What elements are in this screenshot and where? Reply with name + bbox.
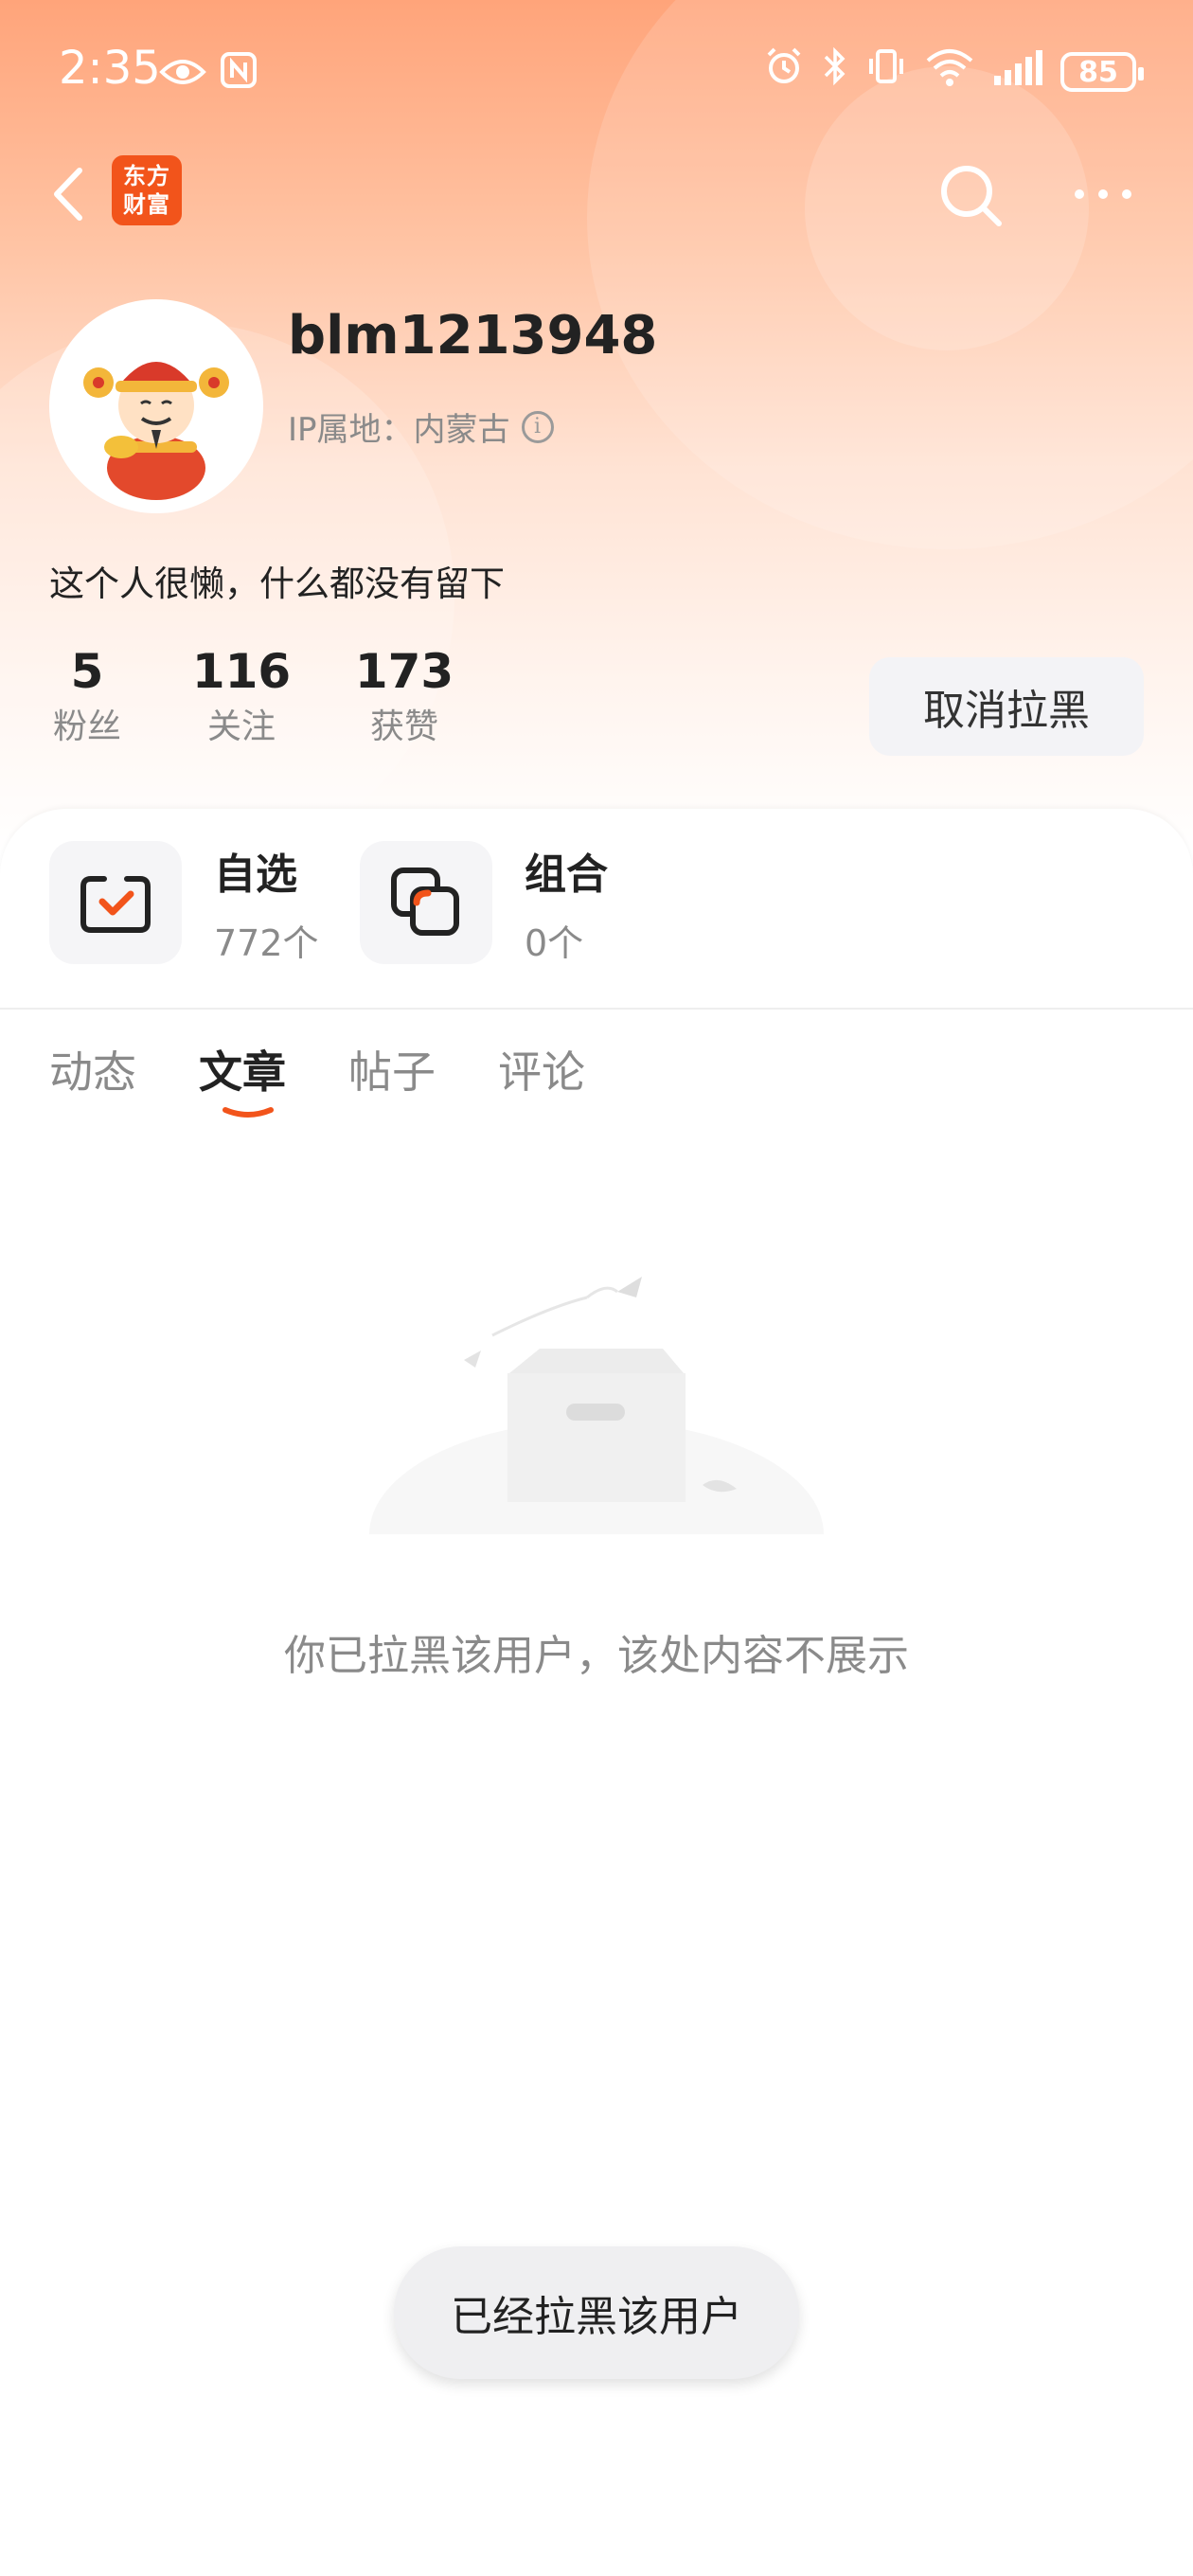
battery-indicator: 85 [1060, 52, 1144, 92]
watchlist-check-icon [80, 876, 151, 933]
portfolio-count: 0个 [525, 921, 584, 964]
stat-fans-value: 5 [70, 644, 104, 699]
unblock-button[interactable]: 取消拉黑 [869, 657, 1144, 756]
stat-likes-value: 173 [354, 644, 454, 699]
back-button[interactable] [42, 161, 98, 227]
wifi-icon [924, 45, 975, 98]
app-logo: 东方 财富 [112, 155, 182, 225]
portfolio-entry[interactable]: 组合 0个 [360, 841, 608, 964]
status-indicators: 85 [763, 45, 1144, 98]
watchlist-count: 772个 [214, 921, 319, 964]
divider [0, 1008, 1193, 1010]
nfc-icon [220, 47, 258, 100]
stat-fans[interactable]: 5 粉丝 [49, 644, 125, 748]
bluetooth-icon [822, 45, 848, 98]
stat-fans-label: 粉丝 [52, 707, 121, 746]
stat-likes-label: 获赞 [369, 707, 438, 746]
portfolio-stack-icon [391, 868, 459, 936]
app-logo-line2: 财富 [123, 191, 170, 218]
alarm-icon [763, 45, 805, 98]
stat-following-value: 116 [191, 644, 292, 699]
empty-message: 你已拉黑该用户，该处内容不展示 [284, 1632, 909, 1680]
watchlist-title: 自选 [214, 850, 297, 899]
stat-following-label: 关注 [206, 707, 276, 746]
portfolio-icon-box [360, 841, 492, 964]
ip-location-text: IP属地：内蒙古 [288, 411, 510, 449]
portfolio-title: 组合 [525, 850, 608, 899]
bio-text: 这个人很懒，什么都没有留下 [49, 564, 505, 604]
ip-location: IP属地：内蒙古 i [288, 403, 554, 450]
more-dots-icon [1075, 189, 1131, 199]
eye-icon [159, 47, 206, 100]
tab-posts[interactable]: 帖子 [348, 1038, 436, 1100]
chevron-left-icon [54, 168, 82, 221]
info-icon[interactable]: i [521, 410, 554, 443]
empty-box-illustration [369, 1277, 824, 1553]
search-button[interactable] [933, 157, 1008, 233]
tab-comments[interactable]: 评论 [498, 1038, 585, 1100]
nav-bar: 东方 财富 [0, 142, 1193, 246]
stat-following[interactable]: 116 关注 [191, 644, 292, 748]
status-time: 2:35 [59, 42, 161, 95]
tab-active-indicator [223, 1107, 274, 1118]
vibrate-icon [865, 45, 907, 98]
watchlist-icon-box [49, 841, 182, 964]
more-button[interactable] [1070, 170, 1136, 218]
tab-activity[interactable]: 动态 [49, 1038, 136, 1100]
watchlist-entry[interactable]: 自选 772个 [49, 841, 319, 964]
avatar[interactable] [49, 299, 263, 513]
username: blm1213948 [288, 305, 658, 367]
tab-articles[interactable]: 文章 [199, 1038, 286, 1100]
tab-bar: 动态 文章 帖子 评论 [49, 1038, 648, 1100]
status-bar: 2:35 85 [0, 0, 1193, 142]
search-icon [941, 166, 1002, 226]
toast-message: 已经拉黑该用户 [394, 2246, 799, 2379]
app-logo-line1: 东方 [123, 163, 170, 189]
signal-icon [992, 45, 1043, 98]
avatar-cartoon-icon [83, 362, 229, 500]
stat-likes[interactable]: 173 获赞 [354, 644, 454, 748]
